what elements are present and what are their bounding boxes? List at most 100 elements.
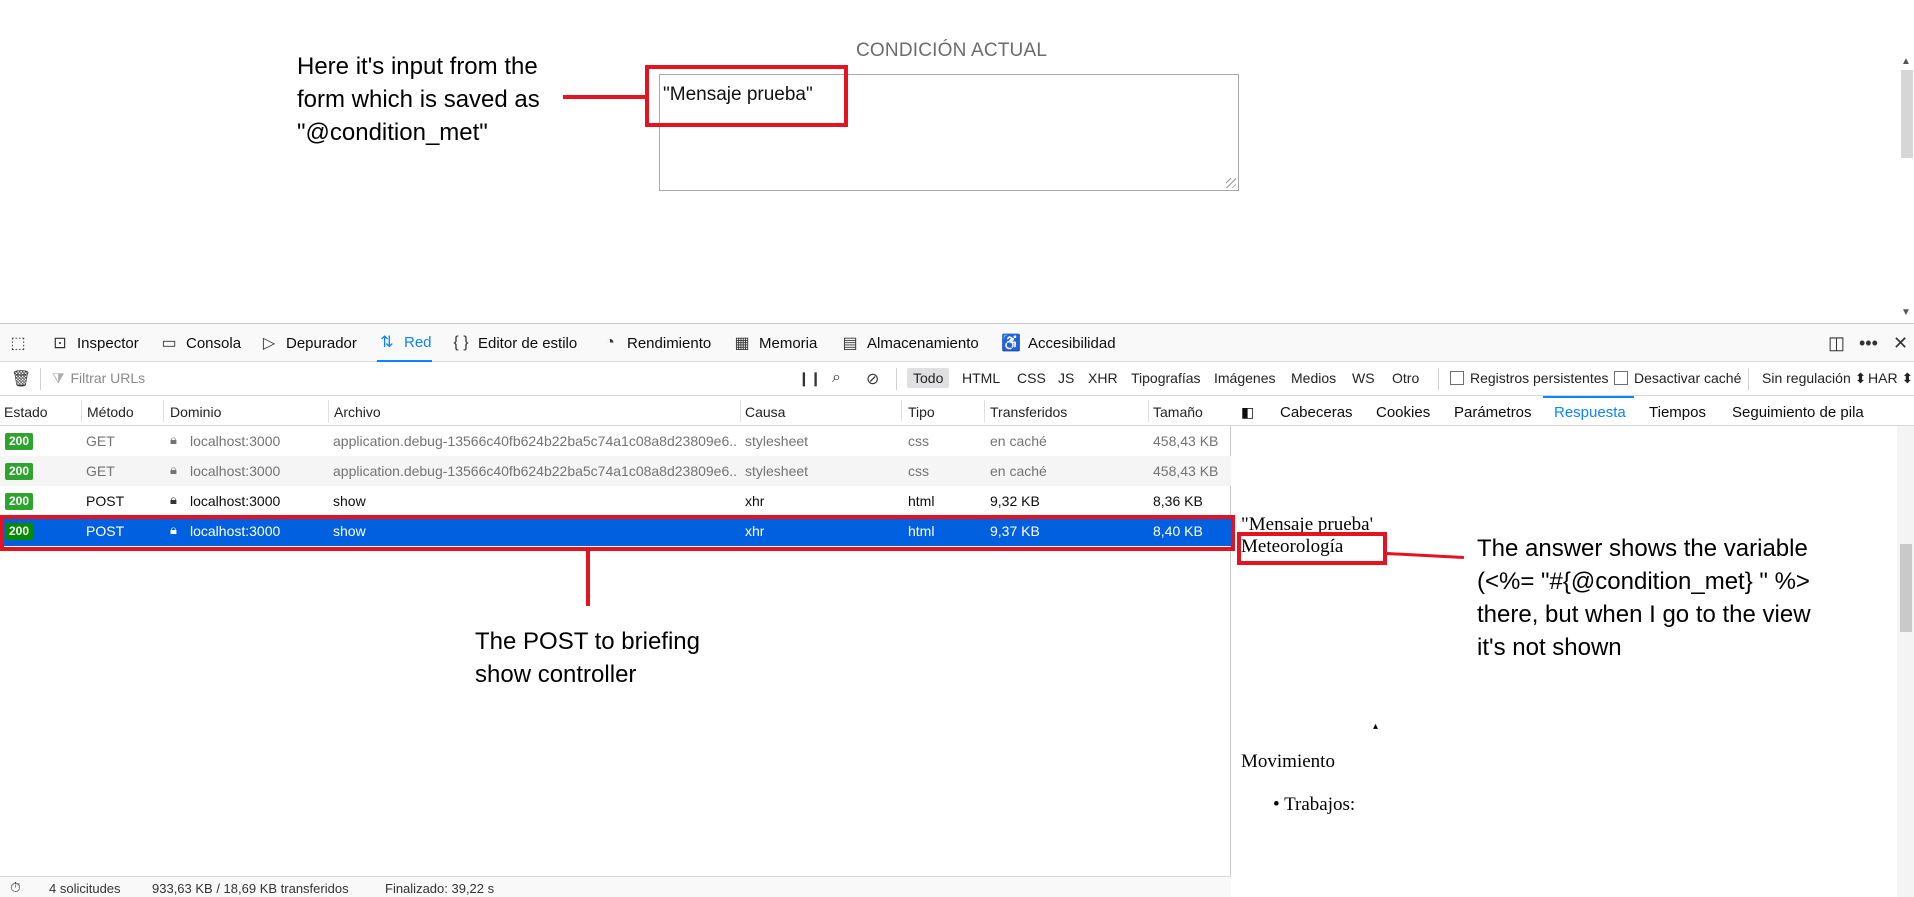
- filter-type-other[interactable]: Otro: [1392, 370, 1419, 386]
- console-icon: ▭: [161, 335, 177, 352]
- tab-label: Almacenamiento: [867, 334, 979, 352]
- tab-accessibility[interactable]: ♿ Accesibilidad: [1001, 324, 1116, 362]
- tab-network[interactable]: ⇅ Red: [377, 324, 432, 362]
- resize-grip-icon[interactable]: [1226, 178, 1236, 188]
- lock-icon: 🔒︎: [170, 432, 177, 447]
- column-type[interactable]: Tipo: [908, 404, 935, 420]
- table-row[interactable]: 200 GET 🔒︎ localhost:3000 application.de…: [0, 456, 1231, 486]
- pause-icon[interactable]: ❙❙: [798, 370, 821, 387]
- cell-size: 458,43 KB: [1153, 463, 1219, 479]
- cell-file: application.debug-13566c40fb624b22ba5c74…: [333, 433, 737, 449]
- column-divider[interactable]: [328, 400, 329, 422]
- throttling-select[interactable]: Sin regulación ⬍: [1762, 370, 1866, 387]
- divider: [1438, 368, 1439, 390]
- cell-cause: xhr: [745, 493, 765, 509]
- filter-type-media[interactable]: Medios: [1291, 370, 1336, 386]
- filter-type-js[interactable]: JS: [1058, 370, 1074, 386]
- tab-response[interactable]: Respuesta: [1554, 404, 1626, 421]
- persist-logs-checkbox[interactable]: [1450, 371, 1464, 385]
- tab-timings[interactable]: Tiempos: [1649, 404, 1706, 421]
- column-status[interactable]: Estado: [4, 404, 48, 420]
- tab-label: Depurador: [286, 334, 357, 352]
- column-divider[interactable]: [740, 400, 741, 422]
- inspector-icon: ⊡: [53, 335, 67, 352]
- memory-icon: ▦: [734, 335, 750, 352]
- cell-transferred: en caché: [990, 433, 1047, 449]
- tab-stack-trace[interactable]: Seguimiento de pila: [1732, 404, 1864, 421]
- trash-icon[interactable]: 🗑: [11, 369, 31, 389]
- element-picker-button[interactable]: ⬚: [8, 324, 35, 362]
- page-scrollbar-thumb[interactable]: [1901, 70, 1913, 158]
- response-bullet-item: • Trabajos:: [1273, 794, 1355, 816]
- network-filterbar: 🗑 ⧩ Filtrar URLs ❙❙ ⌕ ⊘ Todo HTML CSS JS …: [0, 362, 1914, 396]
- panel-toggle-icon[interactable]: ◧: [1241, 404, 1254, 421]
- response-scrollbar[interactable]: [1897, 426, 1914, 897]
- tab-params[interactable]: Parámetros: [1454, 404, 1532, 421]
- tab-headers[interactable]: Cabeceras: [1280, 404, 1353, 421]
- filter-type-images[interactable]: Imágenes: [1214, 370, 1275, 386]
- column-file[interactable]: Archivo: [334, 404, 381, 420]
- annotation-line: Here it's input from the: [297, 53, 538, 80]
- bullet-icon: •: [1273, 794, 1280, 815]
- tab-style-editor[interactable]: { } Editor de estilo: [451, 324, 577, 362]
- tab-label: Rendimiento: [627, 334, 712, 352]
- cell-domain: localhost:3000: [190, 493, 281, 509]
- filter-type-css[interactable]: CSS: [1017, 370, 1046, 386]
- filter-type-xhr[interactable]: XHR: [1088, 370, 1118, 386]
- response-dot: ▴: [1373, 721, 1379, 732]
- style-editor-icon: { }: [453, 334, 469, 351]
- table-row[interactable]: 200 POST 🔒︎ localhost:3000 show xhr html…: [0, 486, 1231, 516]
- annotation-line: show controller: [475, 661, 637, 688]
- tab-memory[interactable]: ▦ Memoria: [732, 324, 817, 362]
- block-icon[interactable]: ⊘: [866, 369, 879, 389]
- har-menu[interactable]: HAR ⬍: [1868, 370, 1913, 387]
- search-icon[interactable]: ⌕: [832, 369, 841, 387]
- status-badge: 200: [5, 433, 33, 450]
- stopwatch-icon[interactable]: ⏱: [10, 879, 21, 896]
- close-icon[interactable]: ✕: [1893, 333, 1908, 354]
- section-title: CONDICIÓN ACTUAL: [856, 40, 1048, 61]
- cell-cause: stylesheet: [745, 463, 809, 479]
- har-label: HAR: [1868, 370, 1898, 386]
- column-cause[interactable]: Causa: [745, 404, 785, 420]
- column-divider[interactable]: [901, 400, 902, 422]
- table-row[interactable]: 200 GET 🔒︎ localhost:3000 application.de…: [0, 426, 1231, 456]
- cell-transferred: en caché: [990, 463, 1047, 479]
- tab-performance[interactable]: ◔ Rendimiento: [600, 324, 711, 362]
- network-statusbar: ⏱ 4 solicitudes 933,63 KB / 18,69 KB tra…: [0, 876, 1231, 897]
- tab-console[interactable]: ▭ Consola: [159, 324, 241, 362]
- annotation-line: The POST to briefing: [475, 628, 700, 655]
- finished-time: Finalizado: 39,22 s: [385, 881, 495, 896]
- tab-storage[interactable]: ▤ Almacenamiento: [840, 324, 979, 362]
- column-transferred[interactable]: Transferidos: [990, 404, 1067, 420]
- column-size[interactable]: Tamaño: [1153, 404, 1203, 420]
- tab-inspector[interactable]: ⊡ Inspector: [50, 324, 138, 362]
- divider: [896, 368, 897, 390]
- column-divider[interactable]: [1148, 400, 1149, 422]
- dock-icon[interactable]: ◫: [1828, 333, 1845, 354]
- scroll-down-icon[interactable]: ▼: [1901, 307, 1911, 318]
- column-divider[interactable]: [81, 400, 82, 422]
- filter-type-all[interactable]: Todo: [907, 368, 950, 388]
- annotation-answer-note: The answer shows the variable (<%= "#{@c…: [1477, 532, 1811, 664]
- tab-cookies[interactable]: Cookies: [1376, 404, 1430, 421]
- response-line-movement: Movimiento: [1241, 751, 1335, 772]
- details-tabs: ◧ Cabeceras Cookies Parámetros Respuesta…: [1231, 396, 1914, 426]
- scroll-up-icon[interactable]: ▲: [1901, 56, 1911, 67]
- filter-urls-input[interactable]: ⧩ Filtrar URLs: [52, 370, 145, 387]
- filter-type-html[interactable]: HTML: [962, 370, 1000, 386]
- tab-debugger[interactable]: ▷ Depurador: [259, 324, 357, 362]
- more-options-icon[interactable]: •••: [1859, 333, 1878, 354]
- column-divider[interactable]: [984, 400, 985, 422]
- column-method[interactable]: Método: [87, 404, 134, 420]
- lock-icon: 🔒︎: [170, 462, 177, 477]
- filter-type-ws[interactable]: WS: [1352, 370, 1375, 386]
- cell-method: GET: [86, 463, 115, 479]
- tab-label: Editor de estilo: [478, 334, 578, 352]
- filter-type-fonts[interactable]: Tipografías: [1131, 370, 1201, 386]
- cell-domain: localhost:3000: [190, 463, 281, 479]
- response-scrollbar-thumb[interactable]: [1900, 544, 1912, 632]
- disable-cache-checkbox[interactable]: [1614, 371, 1628, 385]
- column-divider[interactable]: [163, 400, 164, 422]
- column-domain[interactable]: Dominio: [170, 404, 221, 420]
